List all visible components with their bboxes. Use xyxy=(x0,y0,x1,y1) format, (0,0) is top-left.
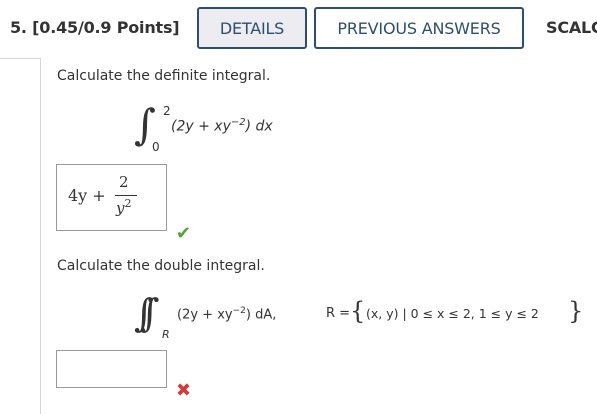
region-set: (x, y) | 0 ≤ x ≤ 2, 1 ≤ y ≤ 2 xyxy=(366,306,539,321)
details-button[interactable]: DETAILS xyxy=(197,7,307,49)
previous-answers-button[interactable]: PREVIOUS ANSWERS xyxy=(314,7,524,49)
answer-denominator: y2 xyxy=(116,197,131,217)
part2-prompt: Calculate the double integral. xyxy=(57,258,265,274)
answer-box-1[interactable]: 4y + 2 y2 xyxy=(56,164,167,231)
question-header: 5. [0.45/0.9 Points] DETAILS PREVIOUS AN… xyxy=(0,0,597,58)
textbook-label: SCALC xyxy=(546,18,597,37)
set-open-brace: { xyxy=(350,297,366,325)
header-divider xyxy=(0,58,40,59)
region-label: R = xyxy=(326,306,351,321)
double-integrand: (2y + xy−2) dA, xyxy=(177,306,276,322)
integrand-exponent: −2 xyxy=(230,117,246,128)
double-integrand-close: ) dA, xyxy=(245,307,277,323)
integrand-close: ) dx xyxy=(245,118,273,135)
answer-numerator: 2 xyxy=(119,173,129,191)
integrand: (2y + xy−2) dx xyxy=(171,117,273,135)
set-close-brace: } xyxy=(568,297,584,325)
integral-lower-limit: 0 xyxy=(152,140,160,154)
part1-prompt: Calculate the definite integral. xyxy=(57,68,271,84)
answer-den-exp: 2 xyxy=(124,197,132,210)
content-divider xyxy=(40,58,41,414)
cross-icon: ✖ xyxy=(176,380,192,401)
integrand-main: (2y + xy xyxy=(171,118,231,135)
fraction-bar xyxy=(115,195,137,196)
answer-box-2[interactable] xyxy=(56,350,167,388)
check-icon: ✔ xyxy=(176,223,192,244)
double-integrand-exponent: −2 xyxy=(232,306,246,316)
double-integrand-main: (2y + xy xyxy=(177,307,233,323)
answer-term: 4y + xyxy=(68,186,106,205)
question-number: 5. [0.45/0.9 Points] xyxy=(10,18,180,37)
integral-upper-limit: 2 xyxy=(163,104,171,118)
double-integral-sign: ∫∫ xyxy=(134,291,159,335)
region-subscript: R xyxy=(162,328,170,341)
